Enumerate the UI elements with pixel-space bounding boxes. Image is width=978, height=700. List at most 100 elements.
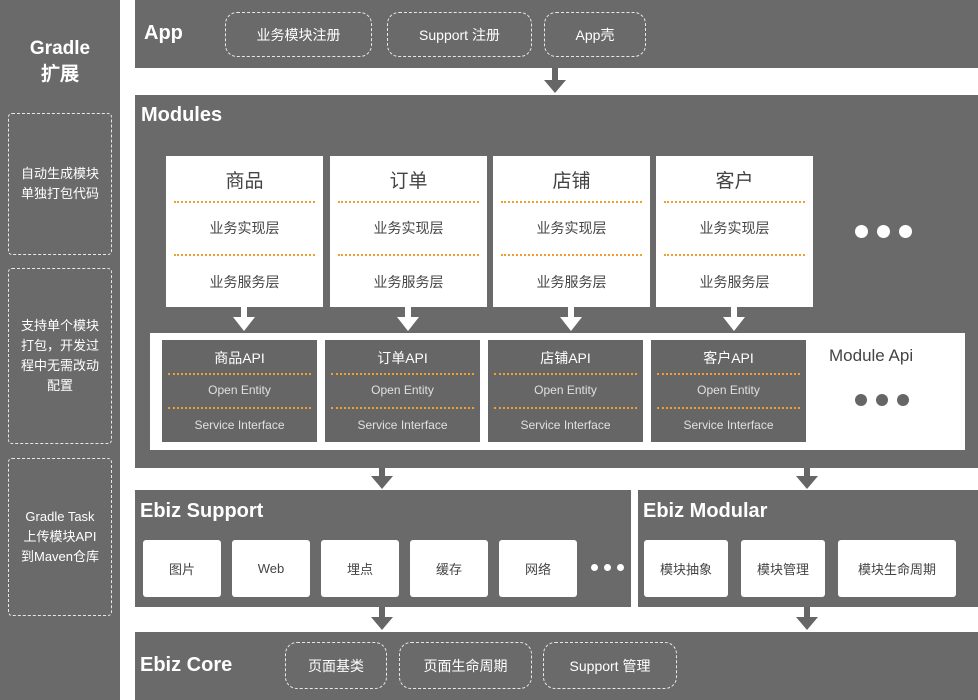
api-box-title: 商品API — [214, 350, 265, 366]
api-box-order: 订单API Open Entity Service Interface — [325, 340, 480, 442]
api-box-layer: Service Interface — [520, 418, 611, 432]
separator — [331, 373, 474, 375]
ebiz-support-panel: Ebiz Support 图片 Web 埋点 缓存 网络 — [135, 490, 631, 607]
arrow-down-icon — [233, 307, 255, 331]
separator — [168, 373, 311, 375]
support-item-network: 网络 — [499, 540, 577, 597]
separator — [501, 254, 642, 256]
arrow-down-icon — [796, 607, 818, 630]
arrow-down-icon — [371, 468, 393, 489]
module-card-layer: 业务服务层 — [699, 274, 770, 290]
api-box-title: 店铺API — [540, 350, 591, 366]
separator — [664, 201, 805, 203]
separator — [494, 407, 637, 409]
modular-item-abstraction: 模块抽象 — [644, 540, 728, 597]
more-apis-ellipsis-icon — [855, 394, 909, 406]
arrow-down-icon — [397, 307, 419, 331]
separator — [174, 201, 315, 203]
separator — [338, 254, 479, 256]
app-title: App — [144, 22, 183, 44]
module-api-label: Module Api — [829, 346, 914, 365]
module-card-layer: 业务实现层 — [536, 220, 607, 236]
api-box-layer: Open Entity — [371, 383, 434, 397]
modular-item-lifecycle: 模块生命周期 — [838, 540, 956, 597]
module-card-layer: 业务实现层 — [373, 220, 444, 236]
sidebar-box-text: 支持单个模块 — [20, 318, 99, 333]
ebiz-modular-title: Ebiz Modular — [643, 500, 768, 522]
separator — [338, 201, 479, 203]
api-box-layer: Service Interface — [194, 418, 285, 432]
separator — [664, 254, 805, 256]
ebiz-support-title: Ebiz Support — [140, 500, 264, 522]
api-box-title: 客户API — [703, 350, 754, 366]
arrow-down-icon — [560, 307, 582, 331]
sidebar-box-text: 配置 — [46, 378, 73, 393]
module-card-title: 店铺 — [552, 171, 591, 192]
api-box-layer: Open Entity — [697, 383, 760, 397]
arrow-down-icon — [544, 68, 566, 93]
separator — [168, 407, 311, 409]
support-item-cache: 缓存 — [410, 540, 488, 597]
separator — [657, 373, 800, 375]
core-item-page-base: 页面基类 — [285, 642, 387, 689]
module-card-layer: 业务服务层 — [373, 274, 444, 290]
api-box-goods: 商品API Open Entity Service Interface — [162, 340, 317, 442]
sidebar-box-text: 打包，开发过 — [20, 338, 99, 353]
sidebar-title-line2: 扩展 — [40, 64, 79, 85]
support-item-web: Web — [232, 540, 310, 597]
module-card-layer: 业务实现层 — [209, 220, 280, 236]
arrow-down-icon — [723, 307, 745, 331]
ebiz-core-panel: Ebiz Core 页面基类 页面生命周期 Support 管理 — [135, 632, 978, 700]
app-item-app-shell: App壳 — [544, 12, 646, 57]
support-item-image: 图片 — [143, 540, 221, 597]
core-item-page-lifecycle: 页面生命周期 — [399, 642, 532, 689]
api-box-customer: 客户API Open Entity Service Interface — [651, 340, 806, 442]
module-card-layer: 业务服务层 — [209, 274, 280, 290]
modules-title: Modules — [141, 104, 223, 126]
core-item-support-manager: Support 管理 — [543, 642, 677, 689]
sidebar-box-text: 上传模块API — [23, 529, 97, 544]
sidebar-box-text: 自动生成模块 — [20, 166, 99, 181]
arrow-down-icon — [796, 468, 818, 489]
api-box-title: 订单API — [377, 350, 428, 366]
module-card-title: 客户 — [715, 171, 754, 192]
module-card-layer: 业务服务层 — [536, 274, 607, 290]
api-box-store: 店铺API Open Entity Service Interface — [488, 340, 643, 442]
gradle-sidebar: Gradle 扩展 自动生成模块 单独打包代码 支持单个模块 打包，开发过 程中… — [0, 0, 120, 700]
sidebar-title-line1: Gradle — [29, 38, 91, 59]
ebiz-core-title: Ebiz Core — [140, 654, 233, 676]
more-support-ellipsis-icon — [591, 564, 624, 571]
api-box-layer: Open Entity — [534, 383, 597, 397]
arrow-down-icon — [371, 607, 393, 630]
sidebar-box-text: Gradle Task — [25, 509, 95, 524]
support-item-tracking: 埋点 — [321, 540, 399, 597]
separator — [174, 254, 315, 256]
sidebar-box-single-module: 支持单个模块 打包，开发过 程中无需改动 配置 — [8, 268, 112, 444]
app-panel: App 业务模块注册 Support 注册 App壳 — [135, 0, 978, 68]
module-card-customer: 客户 业务实现层 业务服务层 — [656, 156, 813, 307]
module-card-order: 订单 业务实现层 业务服务层 — [330, 156, 487, 307]
module-card-store: 店铺 业务实现层 业务服务层 — [493, 156, 650, 307]
more-modules-ellipsis-icon — [855, 225, 912, 238]
modular-item-management: 模块管理 — [741, 540, 825, 597]
sidebar-box-autogen: 自动生成模块 单独打包代码 — [8, 113, 112, 255]
separator — [657, 407, 800, 409]
api-box-layer: Open Entity — [208, 383, 271, 397]
api-box-layer: Service Interface — [683, 418, 774, 432]
module-card-title: 订单 — [389, 171, 428, 192]
module-card-goods: 商品 业务实现层 业务服务层 — [166, 156, 323, 307]
api-box-layer: Service Interface — [357, 418, 448, 432]
sidebar-title: Gradle 扩展 — [0, 36, 120, 88]
ebiz-modular-panel: Ebiz Modular 模块抽象 模块管理 模块生命周期 — [638, 490, 978, 607]
sidebar-box-text: 到Maven仓库 — [20, 549, 100, 564]
module-card-title: 商品 — [225, 171, 264, 192]
separator — [331, 407, 474, 409]
module-card-layer: 业务实现层 — [699, 220, 770, 236]
separator — [501, 201, 642, 203]
app-item-module-register: 业务模块注册 — [225, 12, 372, 57]
app-item-support-register: Support 注册 — [387, 12, 532, 57]
sidebar-box-text: 单独打包代码 — [20, 186, 99, 201]
separator — [494, 373, 637, 375]
sidebar-box-gradle-task: Gradle Task 上传模块API 到Maven仓库 — [8, 458, 112, 616]
sidebar-box-text: 程中无需改动 — [20, 358, 99, 373]
